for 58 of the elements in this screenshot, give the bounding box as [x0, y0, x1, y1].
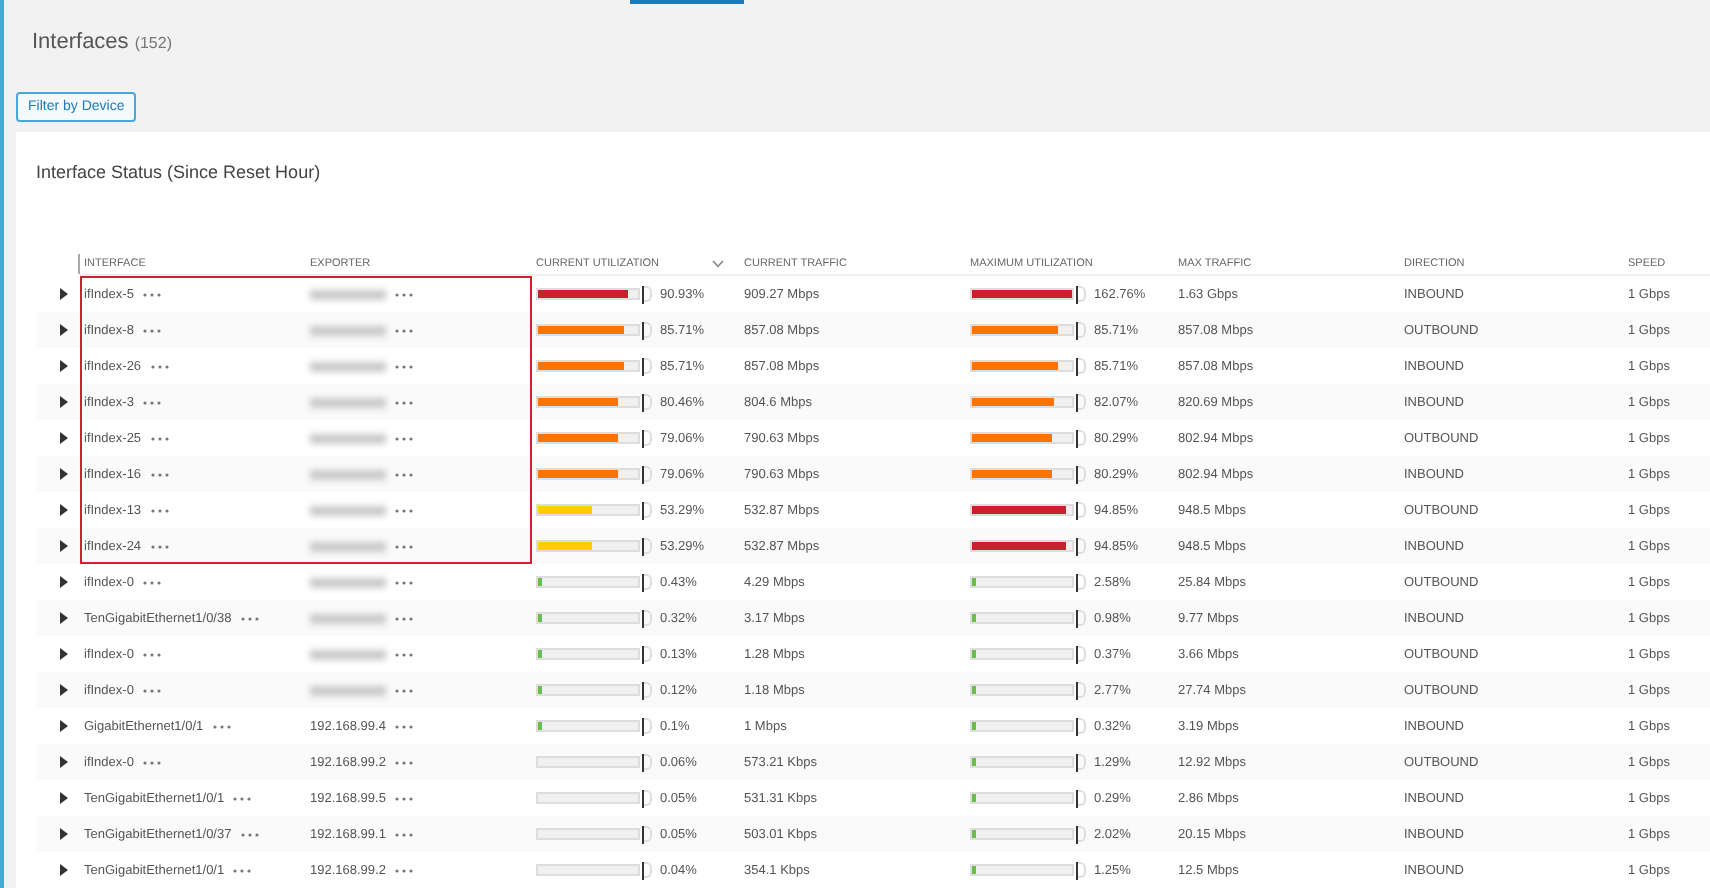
expand-caret-icon[interactable]	[60, 684, 68, 696]
more-icon[interactable]	[394, 291, 414, 297]
active-tab-indicator	[630, 0, 744, 4]
expand-caret-icon[interactable]	[60, 756, 68, 768]
expand-caret-icon[interactable]	[60, 864, 68, 876]
more-icon[interactable]	[393, 795, 414, 801]
more-icon[interactable]	[149, 471, 170, 477]
more-icon[interactable]	[239, 831, 260, 837]
more-icon[interactable]	[394, 651, 414, 657]
more-icon[interactable]	[141, 651, 162, 657]
expand-caret-icon[interactable]	[60, 360, 68, 372]
more-icon[interactable]	[394, 543, 414, 549]
expand-caret-icon[interactable]	[60, 612, 68, 624]
more-icon[interactable]	[141, 399, 162, 405]
utilization-bar	[536, 861, 652, 879]
expand-caret-icon[interactable]	[60, 792, 68, 804]
more-icon[interactable]	[141, 687, 162, 693]
more-icon[interactable]	[393, 867, 414, 873]
more-icon[interactable]	[232, 867, 253, 873]
sort-chevron-icon	[712, 260, 724, 268]
more-icon[interactable]	[141, 579, 162, 585]
more-icon[interactable]	[393, 723, 414, 729]
expand-caret-icon[interactable]	[60, 324, 68, 336]
more-icon[interactable]	[394, 687, 414, 693]
more-icon[interactable]	[394, 363, 414, 369]
more-icon[interactable]	[394, 507, 414, 513]
expand-caret-icon[interactable]	[60, 720, 68, 732]
more-icon[interactable]	[394, 471, 414, 477]
expand-caret-icon[interactable]	[60, 576, 68, 588]
more-icon[interactable]	[141, 327, 162, 333]
more-icon[interactable]	[394, 615, 414, 621]
more-icon[interactable]	[394, 327, 414, 333]
more-icon[interactable]	[149, 435, 170, 441]
expand-caret-icon[interactable]	[60, 288, 68, 300]
interface-count: (152)	[134, 34, 172, 52]
more-icon[interactable]	[394, 399, 414, 405]
expand-caret-icon[interactable]	[60, 540, 68, 552]
more-icon[interactable]	[149, 543, 170, 549]
more-icon[interactable]	[141, 291, 162, 297]
card-title: Interface Status (Since Reset Hour)	[36, 162, 321, 182]
expand-caret-icon[interactable]	[60, 648, 68, 660]
more-icon[interactable]	[232, 795, 253, 801]
expand-caret-icon[interactable]	[60, 828, 68, 840]
utilization-bar	[536, 789, 652, 807]
expand-caret-icon[interactable]	[60, 504, 68, 516]
more-icon[interactable]	[211, 723, 232, 729]
expand-caret-icon[interactable]	[60, 432, 68, 444]
more-icon[interactable]	[393, 831, 414, 837]
more-icon[interactable]	[141, 759, 162, 765]
more-icon[interactable]	[394, 579, 414, 585]
more-icon[interactable]	[149, 507, 170, 513]
expand-caret-icon[interactable]	[60, 396, 68, 408]
expand-caret-icon[interactable]	[60, 468, 68, 480]
more-icon[interactable]	[149, 363, 170, 369]
page-title: Interfaces	[32, 30, 129, 54]
more-icon[interactable]	[393, 759, 414, 765]
more-icon[interactable]	[239, 615, 260, 621]
more-icon[interactable]	[394, 435, 414, 441]
